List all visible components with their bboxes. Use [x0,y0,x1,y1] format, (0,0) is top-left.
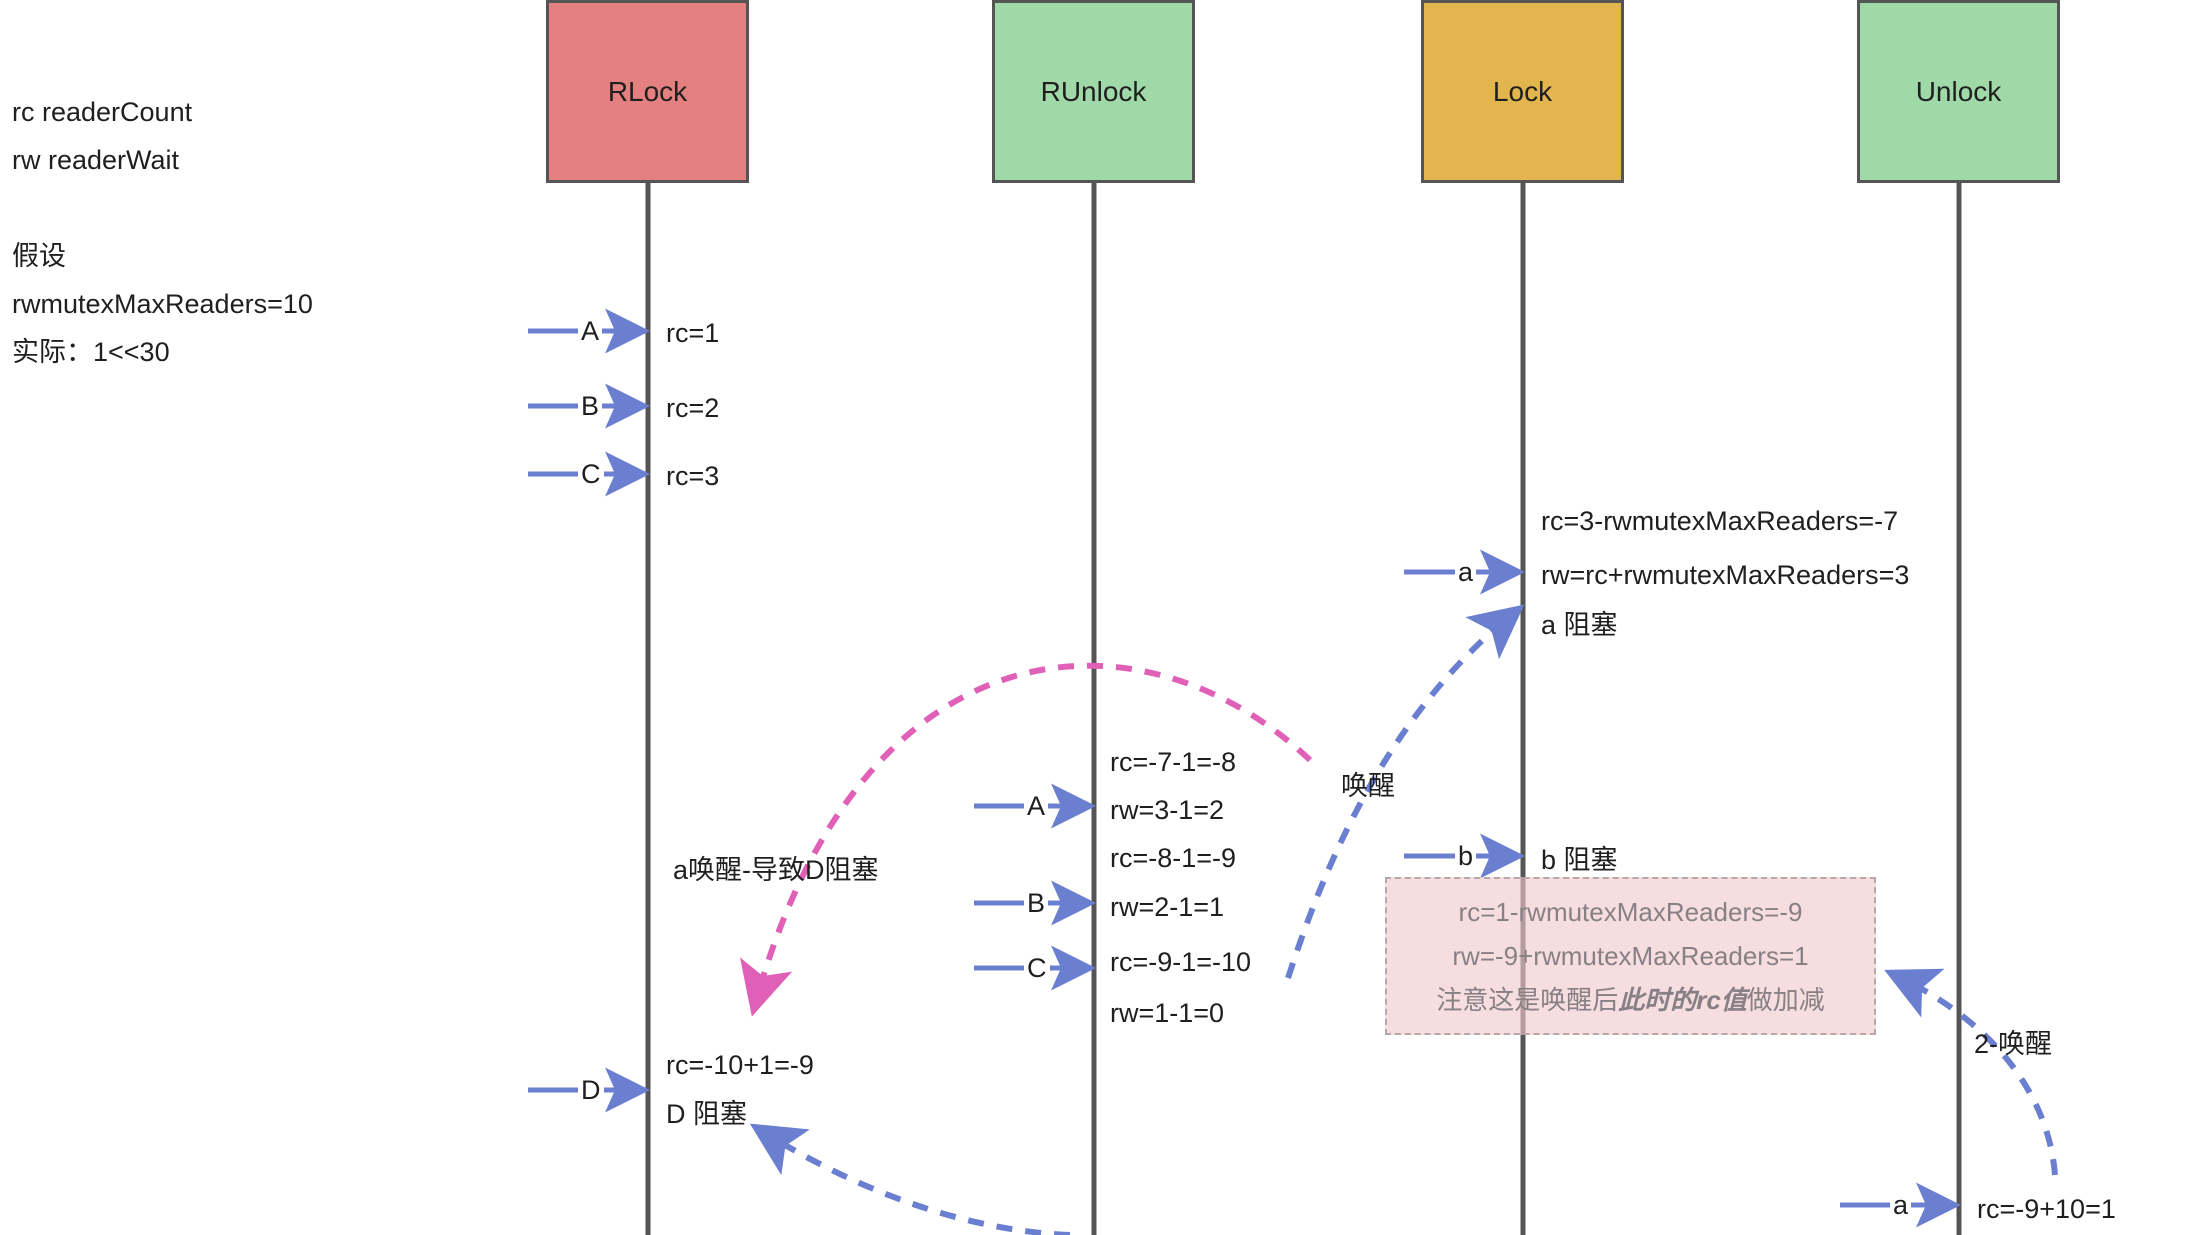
message-label-b-rlock: B [578,393,603,420]
note-rlock-rc1: rc=1 [666,318,720,348]
message-label-b-runlock: B [1024,890,1049,917]
connector-layer [528,183,2058,1235]
note-runlock-l1: rc=-7-1=-8 [1110,747,1237,777]
message-label-b-lock: b [1455,843,1477,870]
lifelines [645,183,1962,1235]
message-label-a-runlock: A [1024,793,1049,820]
actor-label-unlock: Unlock [1915,75,2002,107]
highlight-line-3-suffix: 做加减 [1746,985,1825,1015]
note-rlock-rc3: rc=3 [666,461,720,491]
message-label-a-unlock: a [1890,1192,1912,1219]
actor-box-lock[interactable]: Lock [1421,0,1624,183]
curve-label-wake: 唤醒 [1341,771,1395,801]
note-rlock-d2: D 阻塞 [666,1099,747,1129]
note-runlock-l3: rc=-8-1=-9 [1110,843,1237,873]
legend-spacer [12,184,313,232]
actor-label-lock: Lock [1492,75,1553,107]
highlight-line-1: rc=1-rwmutexMaxReaders=-9 [1458,897,1803,927]
notify-curve-unlock-to-highlight [1884,968,2058,1176]
note-runlock-l6: rw=1-1=0 [1110,998,1225,1028]
actor-box-unlock[interactable]: Unlock [1857,0,2060,183]
actor-box-rlock[interactable]: RLock [546,0,749,183]
note-rlock-d1: rc=-10+1=-9 [666,1050,814,1080]
message-label-a-rlock: A [578,318,603,345]
note-rlock-rc2: rc=2 [666,393,720,423]
legend-line-rc: rc readerCount [12,97,193,127]
highlight-line-3: 注意这是唤醒后此时的rc值做加减 [1436,978,1825,1022]
sequence-diagram-canvas: RLock RUnlock Lock Unlock rc readerCount… [0,0,2194,1235]
highlight-line-2: rw=-9+rwmutexMaxReaders=1 [1452,941,1809,971]
note-lock-block-b: b 阻塞 [1541,845,1618,875]
note-runlock-l5: rc=-9-1=-10 [1110,947,1252,977]
actor-box-runlock[interactable]: RUnlock [992,0,1195,183]
message-label-a-lock: a [1455,559,1477,586]
message-label-d-rlock: D [578,1077,604,1104]
note-runlock-l2: rw=3-1=2 [1110,795,1225,825]
highlight-line-3-prefix: 注意这是唤醒后 [1436,985,1619,1015]
legend-assumption-title: 假设 [12,241,66,271]
note-lock-line1: rc=3-rwmutexMaxReaders=-7 [1541,506,1899,536]
note-unlock-rc: rc=-9+10=1 [1977,1194,2116,1224]
message-label-c-runlock: C [1024,955,1050,982]
actor-label-rlock: RLock [607,75,688,107]
highlight-line-3-emphasis: 此时的rc值 [1618,985,1747,1015]
note-runlock-l4: rw=2-1=1 [1110,892,1225,922]
note-lock-line2: rw=rc+rwmutexMaxReaders=3 [1541,560,1910,590]
legend-assumption-actual: 实际：1<<30 [12,337,170,367]
message-label-c-rlock: C [578,461,604,488]
legend-line-rw: rw readerWait [12,145,180,175]
notify-curve-to-rlock-d [749,1123,1071,1235]
actor-label-runlock: RUnlock [1040,75,1147,107]
legend: rc readerCount rw readerWait 假设 rwmutexM… [12,88,313,376]
highlight-note-box: rc=1-rwmutexMaxReaders=-9 rw=-9+rwmutexM… [1385,877,1876,1035]
note-lock-block-a: a 阻塞 [1541,610,1618,640]
legend-assumption-max-readers: rwmutexMaxReaders=10 [12,289,313,319]
curve-label-wake2: 2-唤醒 [1974,1029,2053,1059]
curve-label-a-wake-causes-d: a唤醒-导致D阻塞 [673,855,879,885]
